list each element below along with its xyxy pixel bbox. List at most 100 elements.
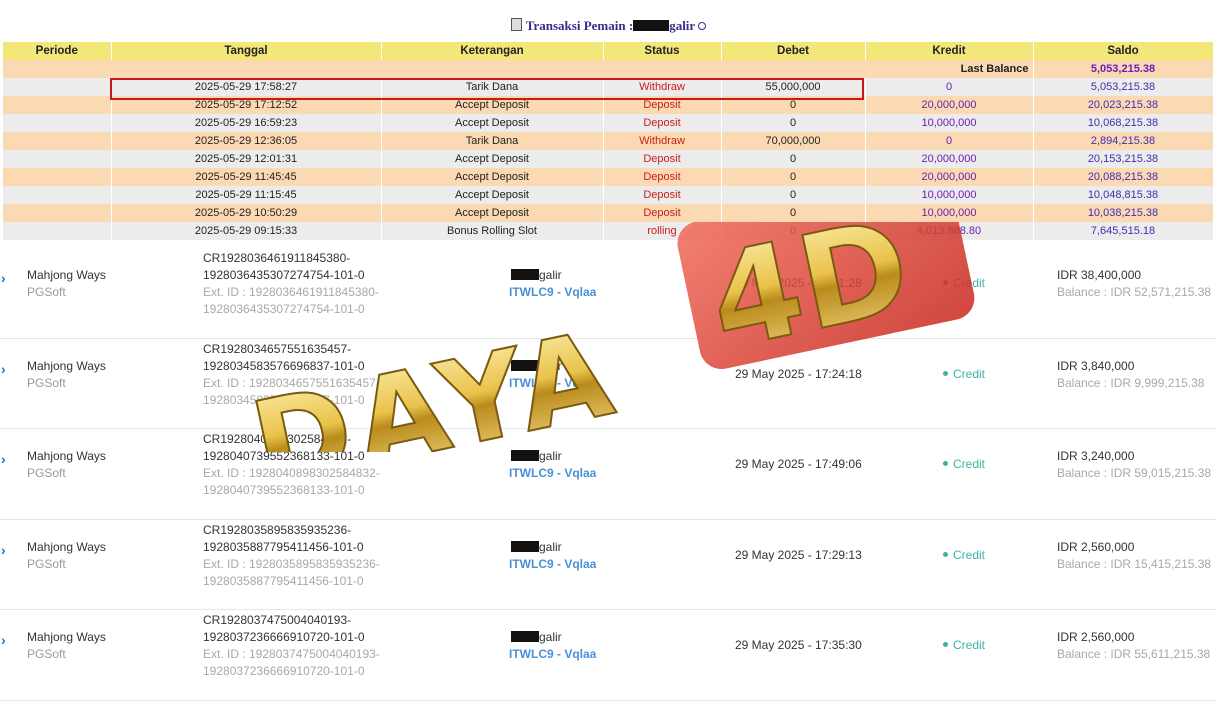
saldo-cell: 2,894,215.38 (1033, 132, 1214, 150)
status-dot-icon (943, 370, 948, 376)
saldo-cell: 20,023,215.38 (1033, 96, 1214, 114)
saldo-cell: 20,153,215.38 (1033, 150, 1214, 168)
balance-after: Balance : IDR 59,015,215.38 (1057, 466, 1212, 480)
transaction-type-badge: Credit (943, 638, 985, 652)
player-name: galir (509, 630, 562, 644)
redacted-username (511, 269, 539, 280)
game-provider: PGSoft (27, 647, 66, 661)
info-dot-icon[interactable] (698, 22, 707, 30)
debet-cell: 0 (721, 222, 866, 240)
agent-link[interactable]: ITWLC9 - Vqlaa (509, 647, 596, 661)
transaction-type-badge: Credit (943, 457, 985, 471)
list-item[interactable]: › Mahjong Ways PGSoft CR1928037475004040193… (0, 610, 1217, 701)
periode-cell (3, 96, 112, 114)
periode-cell (3, 150, 112, 168)
col-kredit[interactable]: Kredit (865, 42, 1034, 60)
transaction-type-badge: Credit (943, 367, 985, 381)
status-cell: Deposit (603, 204, 722, 222)
keterangan-cell: Tarik Dana (381, 78, 604, 96)
chevron-right-icon[interactable]: › (1, 270, 6, 286)
document-icon (510, 18, 522, 31)
chevron-right-icon[interactable]: › (1, 451, 6, 467)
ext-id-line2: 1928037236666910720-101-0 (203, 664, 365, 678)
kredit-cell: 0 (865, 78, 1034, 96)
list-item[interactable]: › Mahjong Ways PGSoft CR1928034657551635457… (0, 339, 1217, 429)
game-transaction-list: › Mahjong Ways PGSoft CR1928036461911845380… (0, 248, 1217, 701)
table-row: 2025-05-29 12:36:05 Tarik Dana Withdraw 70,… (3, 132, 1214, 150)
saldo-cell: 10,068,215.38 (1033, 114, 1214, 132)
ext-id-line1: Ext. ID : 1928036461911845380- (203, 285, 379, 299)
col-debet[interactable]: Debet (721, 42, 866, 60)
tanggal-cell: 2025-05-29 12:36:05 (111, 132, 382, 150)
game-provider: PGSoft (27, 466, 66, 480)
col-tanggal[interactable]: Tanggal (111, 42, 382, 60)
list-item[interactable]: › Mahjong Ways PGSoft CR1928036461911845380… (0, 248, 1217, 339)
status-dot-icon (943, 642, 948, 647)
debet-cell: 0 (721, 114, 866, 132)
table-row: 2025-05-29 11:15:45 Accept Deposit Deposit… (3, 186, 1214, 204)
keterangan-cell: Accept Deposit (381, 204, 604, 222)
agent-link[interactable]: ITWLC9 - Vqlaa (509, 285, 596, 299)
transaction-amount: IDR 3,840,000 (1057, 358, 1135, 373)
kredit-cell: 10,000,000 (865, 114, 1034, 132)
saldo-cell: 10,038,215.38 (1033, 204, 1214, 222)
tanggal-cell: 2025-05-29 11:15:45 (111, 186, 382, 204)
agent-link[interactable]: ITWLC9 - Vqlaa (509, 466, 596, 480)
col-keterangan[interactable]: Keterangan (381, 42, 604, 60)
transaction-amount: IDR 2,560,000 (1057, 539, 1135, 554)
ref-id-line1: CR1928037475004040193- (203, 613, 352, 627)
status-cell: Deposit (603, 186, 722, 204)
list-item[interactable]: › Mahjong Ways PGSoft CR1928035895835935236… (0, 520, 1217, 610)
status-dot-icon (943, 461, 948, 466)
list-item[interactable]: › Mahjong Ways PGSoft CR1928040898302584832… (0, 429, 1217, 520)
keterangan-cell: Accept Deposit (381, 168, 604, 186)
agent-link[interactable]: ITWLC9 - Vqlaa (509, 376, 596, 390)
periode-cell (3, 186, 112, 204)
player-name: galir (509, 359, 562, 373)
table-row: 2025-05-29 17:12:52 Accept Deposit Deposit… (3, 96, 1214, 114)
transaction-type-badge: Credit (943, 548, 985, 562)
transaction-type-badge: Credit (943, 276, 985, 290)
ext-id-line2: 1928036435307274754-101-0 (203, 302, 365, 316)
ref-id-line2: 1928036435307274754-101-0 (203, 268, 365, 282)
ext-id-line1: Ext. ID : 1928037475004040193- (203, 647, 380, 661)
ref-id-line2: 1928035887795411456-101-0 (203, 539, 364, 554)
periode-cell (3, 168, 112, 186)
debet-cell: 0 (721, 186, 866, 204)
player-name: galir (509, 540, 562, 554)
chevron-right-icon[interactable]: › (1, 632, 6, 648)
debet-cell: 0 (721, 150, 866, 168)
player-name: galir (509, 449, 562, 463)
chevron-right-icon[interactable]: › (1, 542, 6, 558)
keterangan-cell: Tarik Dana (381, 132, 604, 150)
kredit-cell: 0 (865, 132, 1034, 150)
chevron-right-icon[interactable]: › (1, 361, 6, 377)
kredit-cell: 20,000,000 (865, 96, 1034, 114)
periode-cell (3, 114, 112, 132)
agent-link[interactable]: ITWLC9 - Vqlaa (509, 557, 596, 571)
transaction-time: 29 May 2025 - 17:49:06 (735, 457, 862, 471)
ext-id-line1: Ext. ID : 1928035895835935236- (203, 556, 380, 571)
kredit-cell: 10,000,000 (865, 186, 1034, 204)
transaction-amount: IDR 38,400,000 (1057, 268, 1142, 282)
game-name: Mahjong Ways (27, 268, 106, 282)
ref-id-line2: 1928040739552368133-101-0 (203, 449, 365, 463)
table-row: 2025-05-29 16:59:23 Accept Deposit Deposit… (3, 114, 1214, 132)
game-name: Mahjong Ways (27, 539, 106, 554)
balance-after: Balance : IDR 15,415,215.38 (1057, 556, 1212, 571)
keterangan-cell: Accept Deposit (381, 186, 604, 204)
ref-id-line2: 1928034583576696837-101-0 (203, 358, 365, 373)
col-periode[interactable]: Periode (3, 42, 112, 60)
keterangan-cell: Accept Deposit (381, 150, 604, 168)
col-saldo[interactable]: Saldo (1033, 42, 1214, 60)
game-name: Mahjong Ways (27, 358, 106, 373)
col-status[interactable]: Status (603, 42, 722, 60)
transaction-time: 29 May 2025 - 17:35:30 (735, 638, 862, 652)
keterangan-cell: Accept Deposit (381, 114, 604, 132)
game-provider: PGSoft (27, 285, 66, 299)
balance-after: Balance : IDR 52,571,215.38 (1057, 285, 1212, 299)
status-dot-icon (943, 551, 948, 557)
status-cell: rolling (603, 222, 722, 240)
debet-cell: 0 (721, 96, 866, 114)
last-balance-row: Last Balance 5,053,215.38 (3, 60, 1214, 78)
